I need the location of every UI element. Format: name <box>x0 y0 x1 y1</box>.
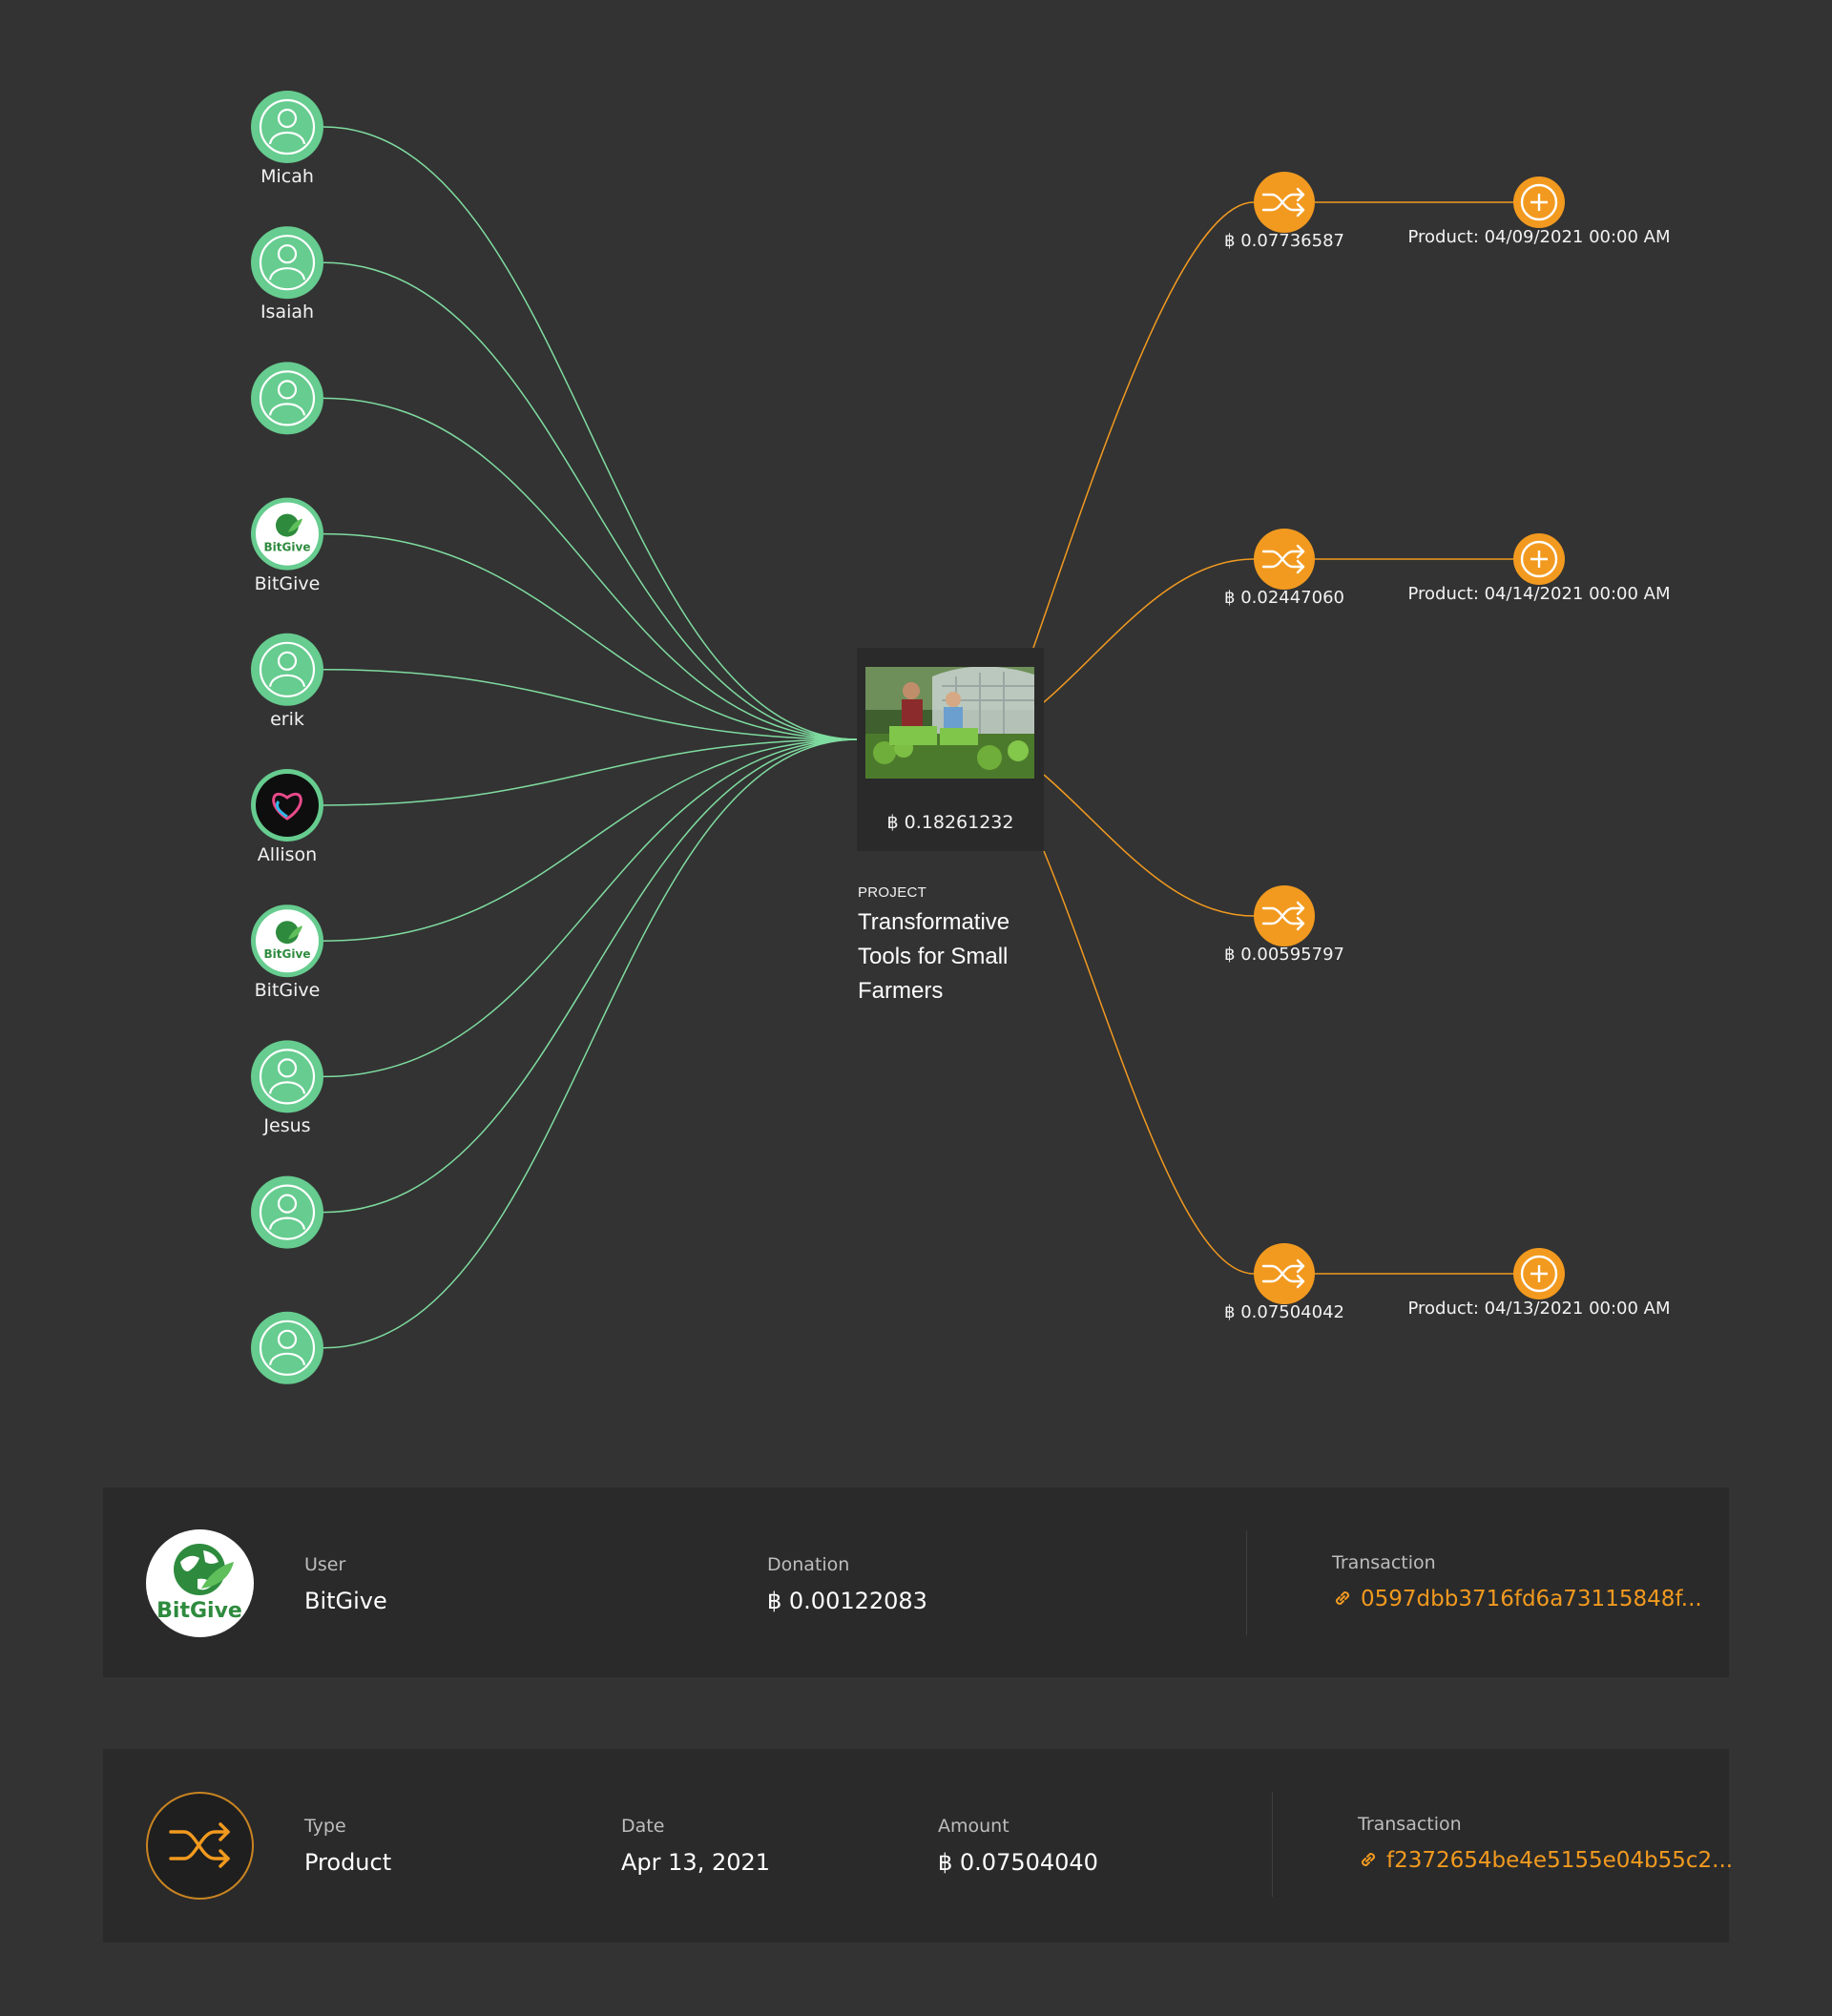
transaction-link[interactable]: 0597dbb3716fd6a73115848f... <box>1332 1587 1702 1611</box>
donor-node[interactable] <box>251 362 323 435</box>
transaction-hash: 0597dbb3716fd6a73115848f... <box>1361 1587 1702 1611</box>
link-icon <box>1361 1852 1376 1867</box>
type-label: Type <box>304 1816 346 1837</box>
donor-node[interactable] <box>251 633 323 706</box>
donor-label: BitGive <box>254 572 321 594</box>
transaction-amount: ฿ 0.07504042 <box>1224 1302 1344 1322</box>
user-detail-panel: BitGive User BitGive Donation ฿ 0.001220… <box>103 1487 1729 1677</box>
donor-node[interactable] <box>251 226 323 300</box>
donor-label: erik <box>270 708 304 730</box>
panel-divider <box>1272 1792 1273 1897</box>
date-label: Date <box>621 1816 665 1837</box>
donor-edge <box>323 126 859 740</box>
product-node[interactable] <box>1513 533 1565 585</box>
transaction-amount: ฿ 0.07736587 <box>1224 231 1344 251</box>
transaction-node[interactable] <box>1254 172 1315 233</box>
donor-label: Micah <box>260 166 314 187</box>
transaction-edge <box>1032 201 1255 649</box>
donor-edge <box>323 397 859 740</box>
donor-edge <box>323 738 859 942</box>
transaction-label: Transaction <box>1332 1552 1436 1573</box>
donor-label: Jesus <box>263 1115 311 1137</box>
product-detail-panel: Type Product Date Apr 13, 2021 Amount ฿ … <box>103 1749 1733 1943</box>
bitgive-logo-text: BitGive <box>156 1599 242 1623</box>
project-photo <box>865 667 1034 779</box>
transaction-label: Transaction <box>1358 1814 1462 1835</box>
bitgive-logo-text: BitGive <box>264 541 311 554</box>
date-value: Apr 13, 2021 <box>621 1849 771 1876</box>
project-kicker: PROJECT <box>858 884 927 901</box>
product-node[interactable] <box>1513 177 1565 228</box>
product-label: Product: 04/09/2021 00:00 AM <box>1407 227 1671 247</box>
donor-edge <box>323 261 859 740</box>
product-label: Product: 04/13/2021 00:00 AM <box>1407 1299 1671 1319</box>
transaction-edge <box>1043 850 1255 1275</box>
donor-node[interactable]: BitGive <box>251 497 323 571</box>
product-node[interactable] <box>1513 1248 1565 1299</box>
user-label: User <box>304 1554 346 1575</box>
amount-value: ฿ 0.07504040 <box>938 1849 1098 1876</box>
transaction-hash: f2372654be4e5155e04b55c2... <box>1386 1848 1734 1873</box>
outgoing-edges <box>1032 201 1513 1275</box>
bitgive-logo: BitGive <box>146 1529 254 1637</box>
project-amount: ฿ 0.18261232 <box>886 812 1014 833</box>
panel-divider <box>1246 1530 1247 1635</box>
donor-node[interactable] <box>251 91 323 163</box>
shuffle-icon <box>146 1792 254 1900</box>
transaction-node[interactable] <box>1254 885 1315 946</box>
donor-edge <box>323 738 859 1078</box>
donor-label: Allison <box>257 844 318 865</box>
user-value: BitGive <box>304 1588 387 1614</box>
donor-edge <box>323 738 859 1214</box>
project-node[interactable]: ฿ 0.18261232 <box>857 648 1044 851</box>
transaction-node[interactable] <box>1254 529 1315 590</box>
donor-edge <box>323 532 859 740</box>
donor-node[interactable] <box>251 1040 323 1113</box>
donor-node[interactable] <box>251 1311 323 1384</box>
transaction-amount: ฿ 0.02447060 <box>1224 588 1344 608</box>
amount-label: Amount <box>938 1816 1010 1837</box>
donor-node[interactable] <box>251 769 323 842</box>
donation-label: Donation <box>767 1554 850 1575</box>
donor-edge <box>323 738 859 806</box>
transaction-nodes <box>1254 172 1565 1304</box>
donation-value: ฿ 0.00122083 <box>767 1588 927 1614</box>
donor-label: Isaiah <box>260 301 315 323</box>
transaction-link[interactable]: f2372654be4e5155e04b55c2... <box>1358 1848 1733 1873</box>
donor-label: BitGive <box>254 980 321 1002</box>
donor-node[interactable] <box>251 1175 323 1249</box>
project-title: Transformative Tools for Small Farmers <box>858 909 1010 1004</box>
bitgive-logo-text: BitGive <box>264 947 311 961</box>
donor-nodes: BitGive BitGive <box>251 91 323 1384</box>
transaction-node[interactable] <box>1254 1243 1315 1304</box>
product-label: Product: 04/14/2021 00:00 AM <box>1407 584 1671 604</box>
transaction-amount: ฿ 0.00595797 <box>1224 945 1344 965</box>
donor-node[interactable]: BitGive <box>251 904 323 978</box>
donor-edges <box>323 126 859 1349</box>
transaction-edge <box>1043 774 1255 917</box>
donor-edge <box>323 669 859 740</box>
type-value: Product <box>304 1849 392 1876</box>
donor-edge <box>323 738 859 1349</box>
link-icon <box>1335 1590 1350 1606</box>
transaction-edge <box>1043 558 1255 703</box>
